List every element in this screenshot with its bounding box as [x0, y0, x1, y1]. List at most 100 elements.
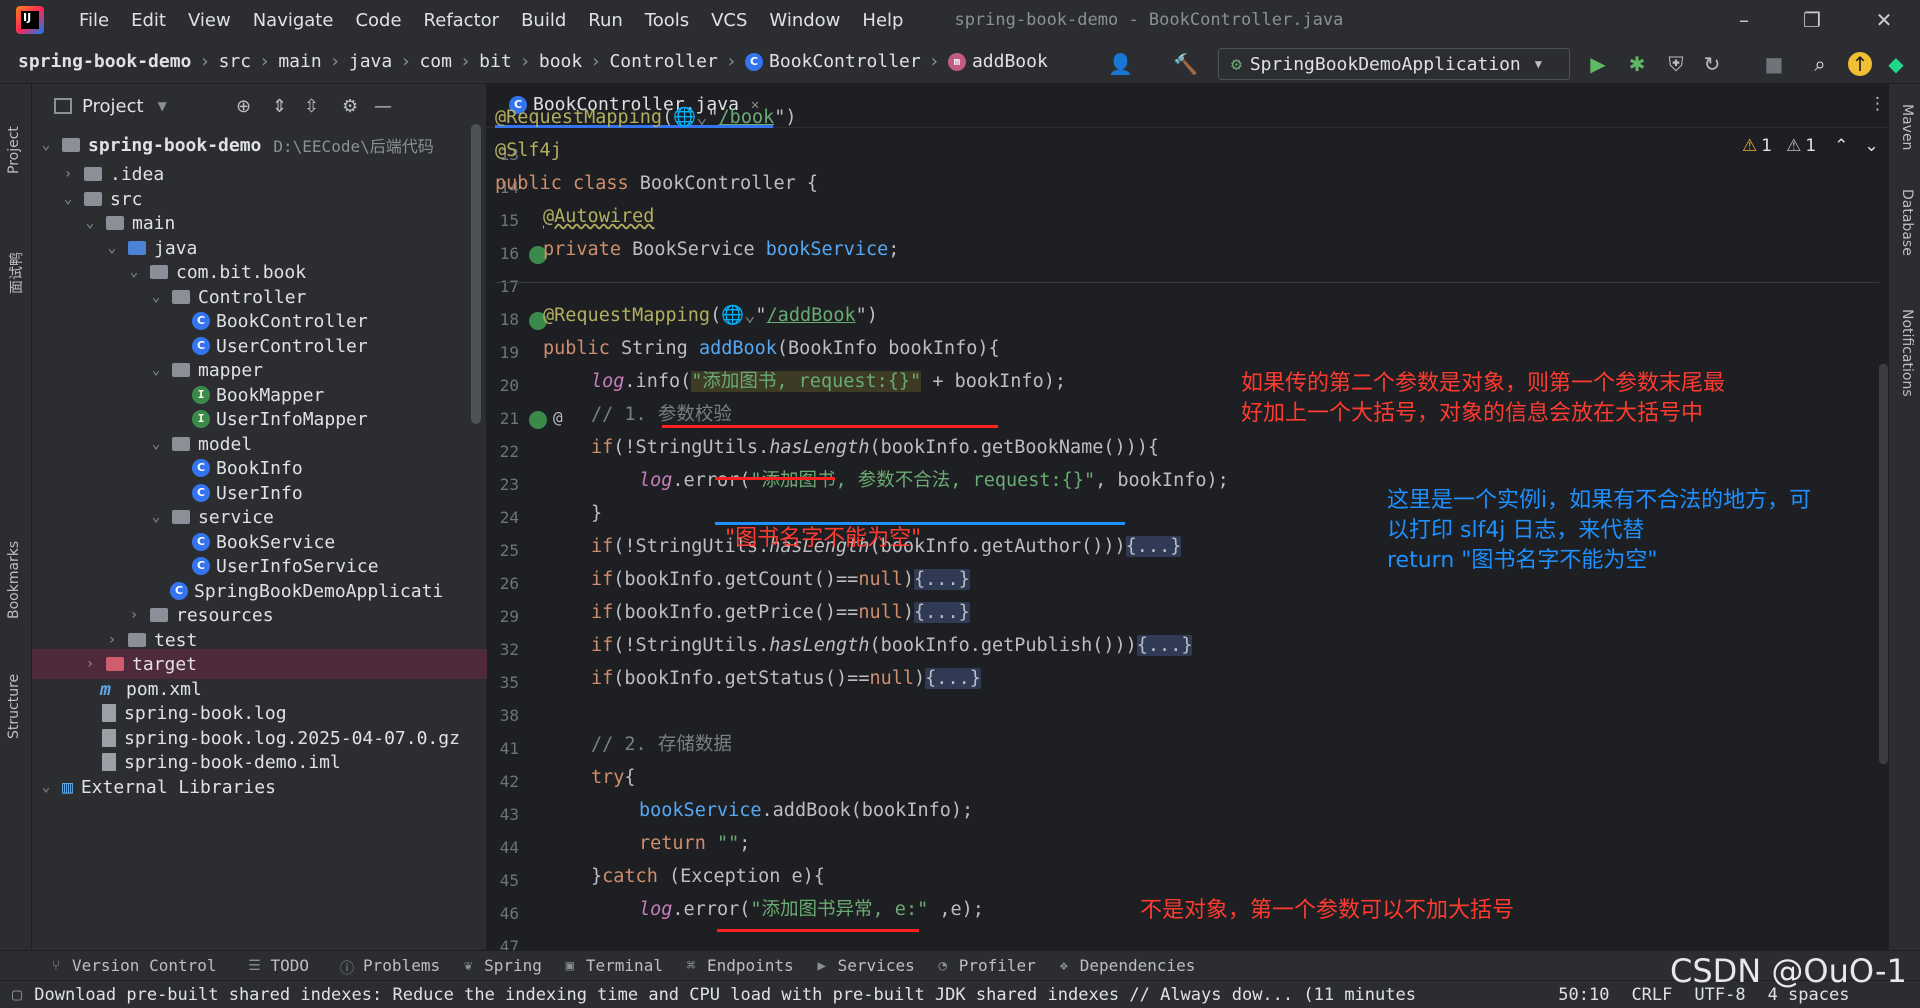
code-line: if(bookInfo.getStatus()==null){...}	[591, 668, 981, 689]
chevron-down-icon[interactable]: ▼	[158, 99, 167, 113]
bottom-tool-bar: ⑂ Version Control ☰ TODO ⓘ Problems ❦ Spring…	[0, 950, 1920, 980]
spring-tab[interactable]: ❦ Spring	[460, 956, 542, 975]
database-tool-button[interactable]: Database	[1899, 189, 1915, 256]
profiler-tab[interactable]: ◔ Profiler	[935, 956, 1036, 975]
interview-tool-button[interactable]: 面试鸭	[6, 252, 26, 294]
code-line: try{	[591, 767, 636, 788]
code-line: if(bookInfo.getCount()==null){...}	[591, 569, 970, 590]
breadcrumb-addbook[interactable]: m addBook	[947, 51, 1048, 72]
project-title[interactable]: Project	[82, 96, 144, 117]
breadcrumb-bookcontroller[interactable]: C BookController	[745, 51, 921, 72]
gear-icon[interactable]: ⚙	[342, 96, 358, 117]
code-editor[interactable]: C BookController.java ✕ ⋮ ⚠ 1 ⚠ 1 ⌃ ⌄ 13 14…	[487, 84, 1888, 956]
collapse-all-icon[interactable]: ⇳	[304, 96, 319, 117]
code-line: if(bookInfo.getPrice()==null){...}	[591, 602, 970, 623]
spring-endpoint-icon[interactable]	[529, 411, 547, 429]
menu-view[interactable]: View	[177, 10, 242, 31]
spring-icon: ⚙	[1231, 53, 1242, 75]
locate-icon[interactable]: ⊕	[236, 96, 251, 117]
dependencies-tab[interactable]: ❖ Dependencies	[1056, 956, 1196, 975]
endpoints-tab[interactable]: ⌘ Endpoints	[683, 956, 794, 975]
notifications-tool-button[interactable]: Notifications	[1899, 309, 1915, 397]
services-tab[interactable]: ▶ Services	[814, 956, 914, 975]
hide-panel-icon[interactable]: —	[374, 96, 392, 117]
structure-tool-button[interactable]: Structure	[6, 674, 22, 739]
method-icon: m	[947, 52, 966, 71]
breadcrumb-src[interactable]: src	[219, 51, 252, 72]
maven-tool-button[interactable]: Maven	[1899, 104, 1915, 150]
version-control-tab[interactable]: ⑂ Version Control	[48, 956, 217, 975]
breadcrumb-java[interactable]: java	[349, 51, 392, 72]
run-icon[interactable]: ▶	[1586, 52, 1610, 76]
menu-file[interactable]: File	[68, 10, 120, 31]
scrollbar[interactable]	[471, 124, 481, 424]
minimize-icon[interactable]: –	[1732, 8, 1756, 32]
code-line: return "";	[639, 833, 751, 854]
breadcrumb-book[interactable]: book	[539, 51, 582, 72]
caret-position[interactable]: 50:10	[1558, 985, 1609, 1005]
debug-icon[interactable]: ✱	[1625, 52, 1649, 76]
chevron-up-icon[interactable]: ⌃	[1834, 136, 1848, 156]
expand-all-icon[interactable]: ⇕	[272, 96, 287, 117]
code-line: // 2. 存储数据	[591, 734, 732, 755]
breadcrumb-bit[interactable]: bit	[479, 51, 512, 72]
stop-icon[interactable]: ■	[1762, 52, 1786, 76]
tree-item[interactable]: ⌄ spring-book-demo D:\EECode\后端代码	[32, 130, 487, 160]
status-square-icon[interactable]: ▢	[12, 985, 22, 1005]
code-line: public class BookController {	[495, 173, 819, 194]
breadcrumb-project[interactable]: spring-book-demo	[18, 51, 191, 72]
line-separator[interactable]: CRLF	[1631, 985, 1672, 1005]
info-icon: ⓘ	[340, 960, 355, 977]
user-icon[interactable]: 👤	[1108, 52, 1133, 76]
annotation-note: 这里是一个实例i，如果有不合法的地方，可	[1387, 488, 1812, 513]
code-line: }catch (Exception e){	[591, 866, 825, 887]
restore-icon[interactable]: ❐	[1800, 8, 1824, 32]
menu-refactor[interactable]: Refactor	[413, 10, 511, 31]
plugin-icon[interactable]: ◆	[1884, 52, 1908, 76]
code-line: if(!StringUtils.hasLength(bookInfo.getBo…	[591, 437, 1160, 458]
todo-tab[interactable]: ☰ TODO	[247, 956, 309, 975]
spring-icon: ❦	[463, 957, 473, 974]
menu-window[interactable]: Window	[758, 10, 851, 31]
menu-build[interactable]: Build	[510, 10, 577, 31]
menu-run[interactable]: Run	[577, 10, 634, 31]
menu-edit[interactable]: Edit	[120, 10, 177, 31]
window-title: spring-book-demo - BookController.java	[954, 10, 1344, 30]
annotation-icon[interactable]: @	[553, 408, 563, 427]
search-icon[interactable]: ⌕	[1808, 52, 1832, 76]
breadcrumb-main[interactable]: main	[278, 51, 321, 72]
chevron-down-icon[interactable]: ⌄	[1864, 136, 1878, 156]
watermark: CSDN @OuO-1	[1670, 952, 1907, 990]
menu-navigate[interactable]: Navigate	[242, 10, 345, 31]
run-configuration-select[interactable]: ⚙ SpringBookDemoApplication ▼	[1218, 48, 1570, 80]
coverage-icon[interactable]: ⛨	[1664, 52, 1688, 76]
problems-tab[interactable]: ⓘ Problems	[339, 956, 440, 977]
code-line: }	[591, 503, 603, 524]
tree-item[interactable]: ⌄ ▥ External Libraries	[32, 772, 487, 802]
editor-scrollbar[interactable]	[1879, 364, 1888, 764]
menu-code[interactable]: Code	[344, 10, 412, 31]
breadcrumb-controller[interactable]: Controller	[609, 51, 717, 72]
code-line: log.info("添加图书, request:{}" + bookInfo);	[591, 371, 1066, 392]
terminal-icon: ▣	[565, 957, 575, 974]
build-hammer-icon[interactable]: 🔨	[1173, 52, 1198, 76]
project-tool-button[interactable]: Project	[6, 126, 22, 174]
project-icon	[54, 98, 72, 114]
inspection-widget[interactable]: ⚠ 1 ⚠ 1 ⌃ ⌄	[1742, 136, 1879, 156]
status-message[interactable]: Download pre-built shared indexes: Reduc…	[34, 985, 1544, 1005]
menu-tools[interactable]: Tools	[634, 10, 700, 31]
endpoints-icon: ⌘	[686, 957, 696, 974]
project-header: Project ▼ ⊕ ⇕ ⇳ ⚙ —	[32, 84, 486, 128]
more-options-icon[interactable]: ⋮	[1869, 94, 1886, 114]
update-icon[interactable]: ↑	[1848, 52, 1872, 76]
menu-vcs[interactable]: VCS	[700, 10, 758, 31]
menu-help[interactable]: Help	[851, 10, 914, 31]
close-icon[interactable]: ✕	[1872, 8, 1896, 32]
annotation-note: return "图书名字不能为空"	[1387, 548, 1658, 573]
terminal-tab[interactable]: ▣ Terminal	[562, 956, 663, 975]
breadcrumb-com[interactable]: com	[419, 51, 452, 72]
code-line: if(!StringUtils.hasLength(bookInfo.getPu…	[591, 635, 1193, 656]
profile-icon[interactable]: ↻	[1700, 52, 1724, 76]
bookmarks-tool-button[interactable]: Bookmarks	[6, 541, 22, 619]
project-panel: Project ▼ ⊕ ⇕ ⇳ ⚙ — ⌄ spring-book-demo D:\…	[32, 84, 487, 950]
